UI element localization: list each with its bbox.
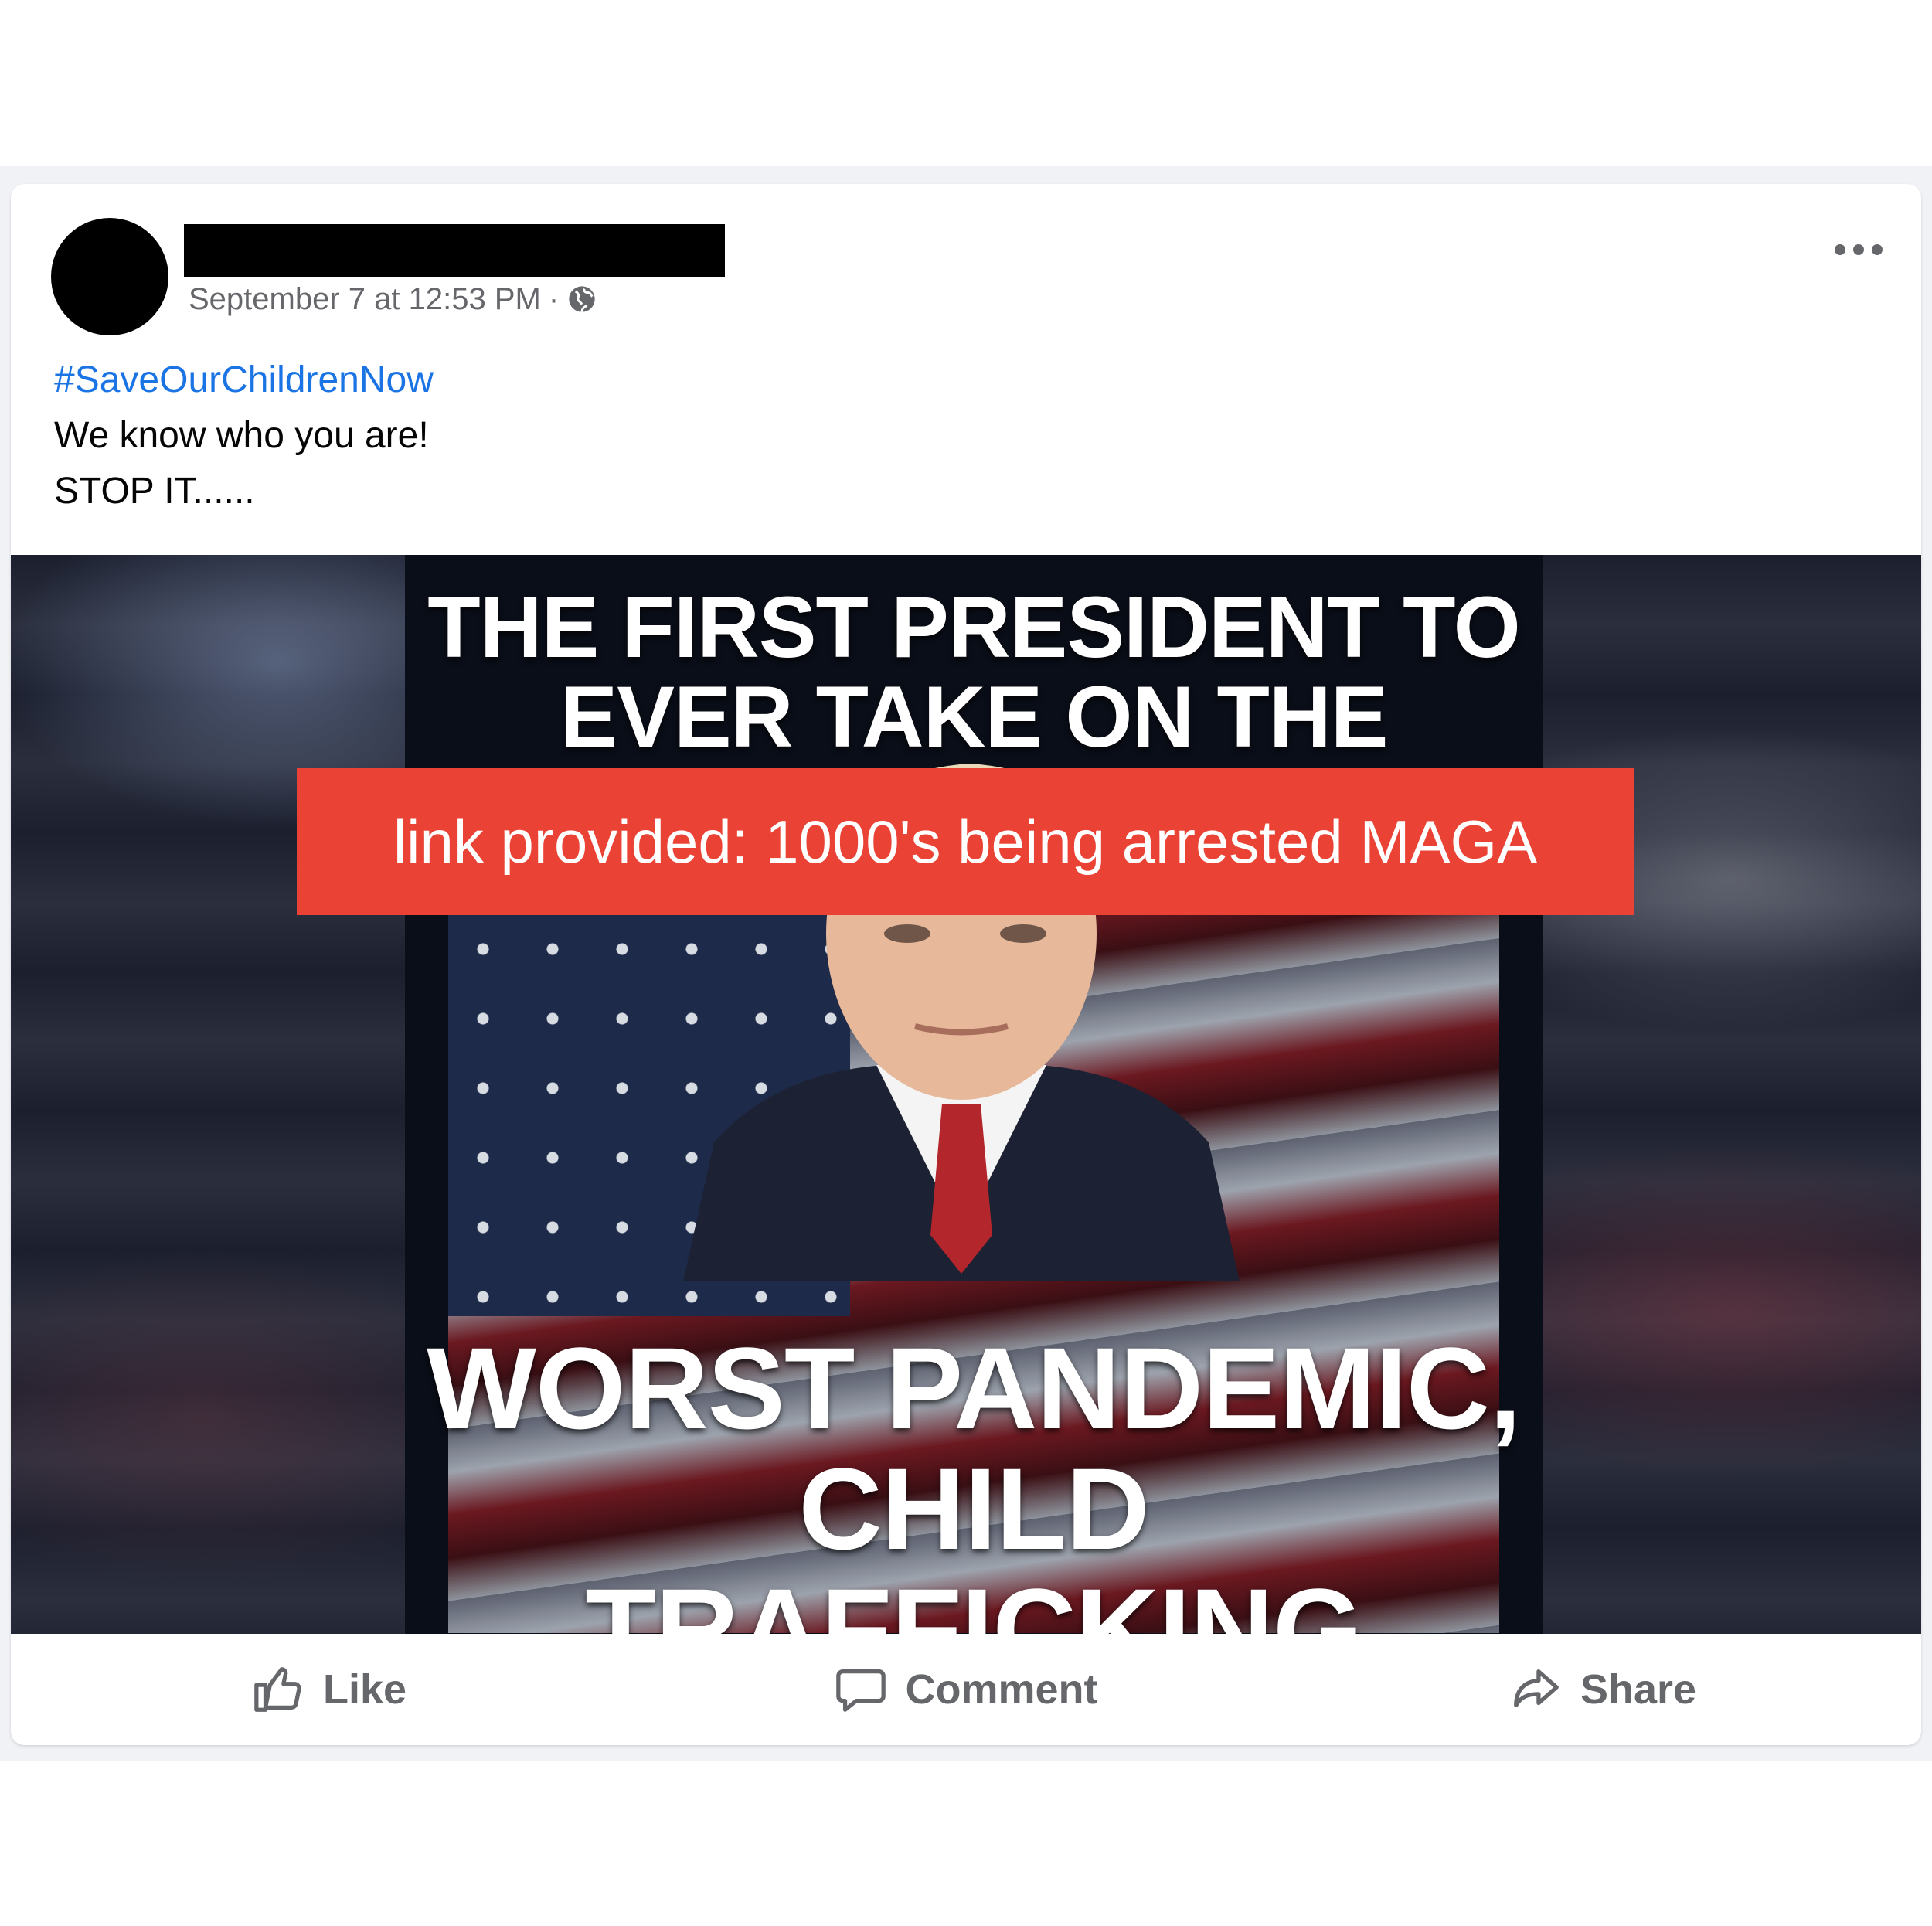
share-label: Share <box>1580 1666 1697 1713</box>
like-label: Like <box>322 1666 407 1713</box>
post-image[interactable]: THE FIRST PRESIDENT TO EVER TAKE ON THE … <box>11 555 1921 1634</box>
comment-label: Comment <box>905 1666 1098 1713</box>
post-text: #SaveOurChildrenNow We know who you are!… <box>54 352 434 519</box>
headline-bottom-line-2: CHILD TRAFFICKING <box>585 1444 1363 1634</box>
hashtag-link[interactable]: #SaveOurChildrenNow <box>54 352 434 408</box>
headline-bottom: WORST PANDEMIC, CHILD TRAFFICKING <box>405 1328 1543 1634</box>
post-card: September 7 at 12:53 PM · #SaveOurChildr… <box>11 184 1921 1745</box>
comment-button[interactable]: Comment <box>648 1662 1284 1717</box>
post-timestamp[interactable]: September 7 at 12:53 PM <box>189 282 541 317</box>
post-line-2: STOP IT...... <box>54 471 255 512</box>
headline-top-line-1: THE FIRST PRESIDENT TO <box>427 579 1520 675</box>
post-line-1: We know who you are! <box>54 415 429 456</box>
post-meta: September 7 at 12:53 PM · <box>189 280 597 318</box>
share-button[interactable]: Share <box>1284 1662 1921 1717</box>
comment-bubble-icon <box>836 1669 886 1712</box>
link-banner[interactable]: link provided: 1000's being arrested MAG… <box>297 768 1634 915</box>
avatar[interactable] <box>51 218 168 335</box>
thumbs-up-icon <box>254 1667 301 1712</box>
share-arrow-icon <box>1514 1669 1559 1708</box>
globe-icon[interactable] <box>566 284 597 315</box>
more-options-icon[interactable] <box>1835 238 1883 261</box>
meta-separator: · <box>548 281 560 316</box>
headline-bottom-line-1: WORST PANDEMIC, <box>427 1323 1522 1453</box>
like-button[interactable]: Like <box>11 1662 648 1717</box>
action-bar: Like Comment Share <box>11 1634 1921 1745</box>
author-name-redacted[interactable] <box>184 224 725 277</box>
meme-image: THE FIRST PRESIDENT TO EVER TAKE ON THE … <box>405 555 1543 1634</box>
